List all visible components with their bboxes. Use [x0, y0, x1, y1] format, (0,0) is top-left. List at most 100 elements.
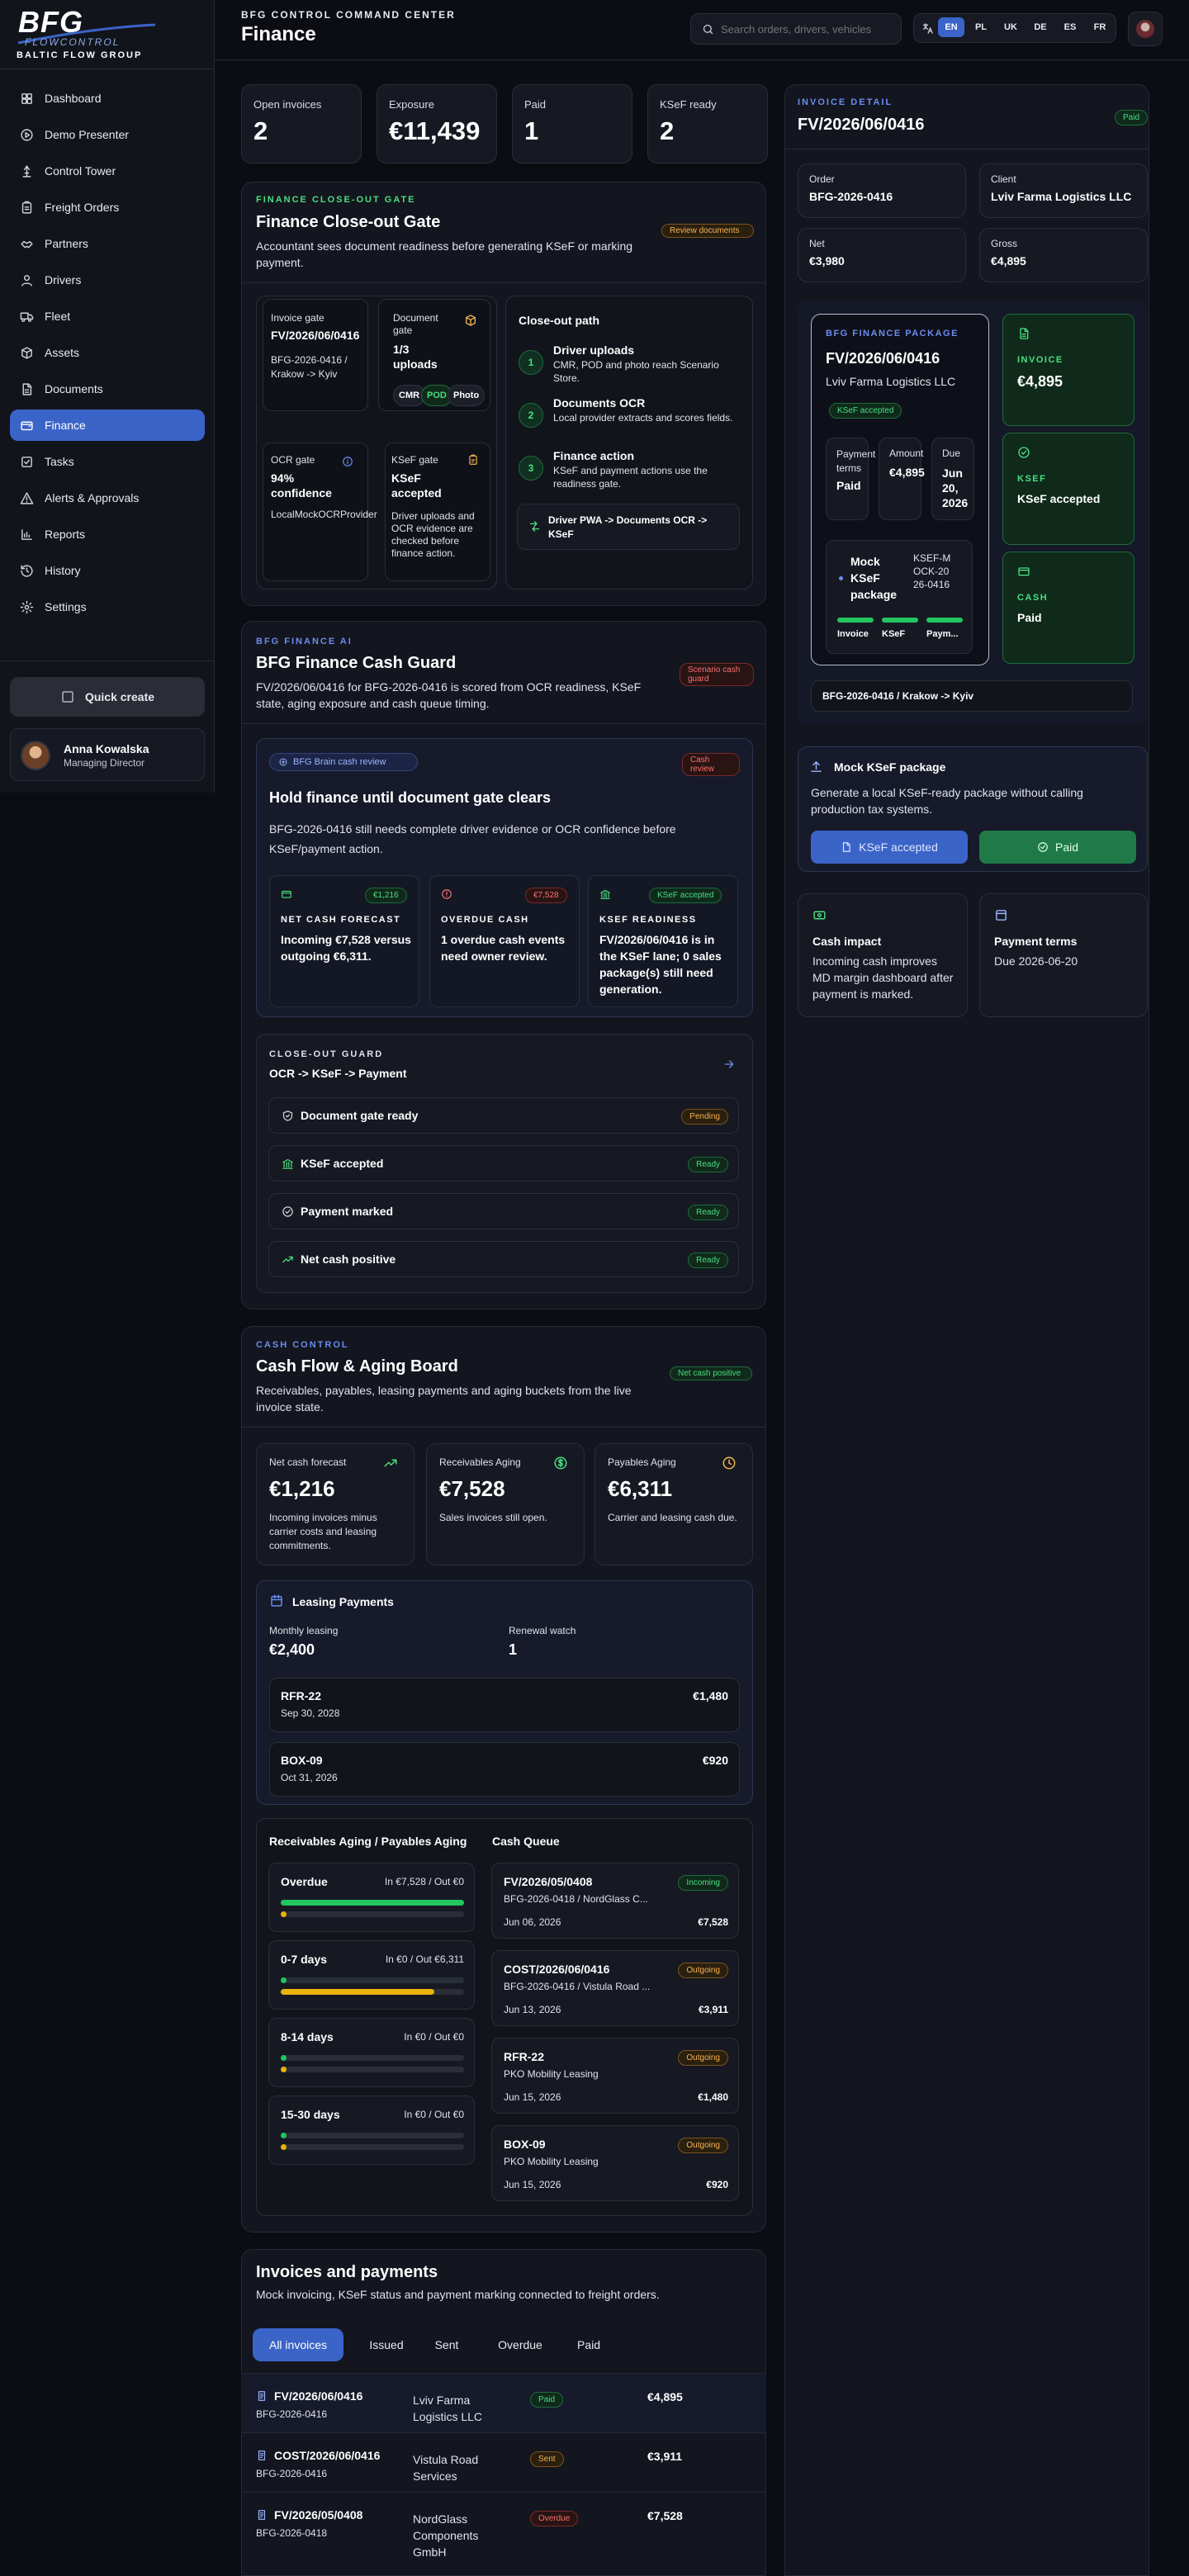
brand-logo[interactable]: BFG FLOWCONTROL BALTIC FLOW GROUP: [15, 5, 197, 63]
sidebar-item-fleet[interactable]: Fleet: [10, 301, 205, 332]
invoice-number: COST/2026/06/0416: [274, 2449, 381, 2462]
guard-row[interactable]: Payment marked Ready: [268, 1193, 739, 1229]
leasing-item[interactable]: [269, 1742, 740, 1797]
invoice-client: Lviv Farma Logistics LLC: [413, 2394, 483, 2423]
sparkle-icon: [278, 757, 288, 767]
sidebar-item-control-tower[interactable]: Control Tower: [10, 155, 205, 187]
package-terms-label: Payment terms: [836, 448, 876, 474]
quick-create-button[interactable]: Quick create: [10, 677, 205, 717]
payables-bar-track: [281, 2067, 464, 2072]
translate-icon: [921, 22, 934, 35]
kpi-card: Paid 1: [512, 84, 632, 163]
sidebar-item-history[interactable]: History: [10, 555, 205, 586]
kpi-label: Open invoices: [253, 98, 322, 111]
sidebar-item-partners[interactable]: Partners: [10, 228, 205, 259]
tab-issued[interactable]: Issued: [353, 2328, 419, 2361]
arrow-right-icon[interactable]: [722, 1058, 736, 1071]
cash-queue-item[interactable]: FV/2026/05/0408 Incoming BFG-2026-0418 /…: [491, 1863, 739, 1939]
kpi-label: Exposure: [389, 98, 434, 111]
payables-bar-fill: [281, 2144, 287, 2150]
guard-row[interactable]: KSeF accepted Ready: [268, 1145, 739, 1181]
sidebar-item-assets[interactable]: Assets: [10, 337, 205, 368]
cash-queue-item[interactable]: COST/2026/06/0416 Outgoing BFG-2026-0416…: [491, 1950, 739, 2026]
guard-row[interactable]: Document gate ready Pending: [268, 1097, 739, 1134]
search-input[interactable]: [721, 21, 894, 37]
sidebar-item-tasks[interactable]: Tasks: [10, 446, 205, 477]
sidebar-item-freight-orders[interactable]: Freight Orders: [10, 192, 205, 223]
document-gate-value: 1/3 uploads: [393, 343, 438, 371]
ai-card-badge: €7,528: [525, 888, 567, 903]
brain-chip-label: BFG Brain cash review: [293, 757, 386, 767]
bank-icon: [282, 1158, 294, 1170]
kpi-card: KSeF ready 2: [647, 84, 768, 163]
sidebar-item-alerts-approvals[interactable]: Alerts & Approvals: [10, 482, 205, 514]
guard-status-badge: Ready: [688, 1157, 728, 1172]
cash-queue-item[interactable]: BOX-09 Outgoing PKO Mobility Leasing Jun…: [491, 2125, 739, 2201]
invoice-status-badge: Sent: [530, 2451, 564, 2467]
sidebar-item-drivers[interactable]: Drivers: [10, 264, 205, 296]
aging-title: Receivables Aging / Payables Aging: [269, 1835, 467, 1848]
sidebar-item-demo-presenter[interactable]: Demo Presenter: [10, 119, 205, 150]
cash-queue-item[interactable]: RFR-22 Outgoing PKO Mobility Leasing Jun…: [491, 2038, 739, 2114]
language-uk[interactable]: UK: [997, 17, 1024, 37]
kpi-label: Paid: [524, 98, 547, 111]
ocr-gate-label: OCR gate: [271, 454, 315, 466]
sidebar-item-finance[interactable]: Finance: [10, 410, 205, 441]
tab-overdue[interactable]: Overdue: [479, 2328, 561, 2361]
payables-bar-track: [281, 1989, 464, 1995]
payables-bar-fill: [281, 1911, 287, 1917]
paid-button[interactable]: Paid: [979, 831, 1136, 864]
language-fr[interactable]: FR: [1087, 17, 1113, 37]
sidebar-item-label: Partners: [45, 237, 88, 250]
leasing-title: Leasing Payments: [292, 1595, 394, 1608]
brand-company: BALTIC FLOW GROUP: [17, 50, 143, 60]
language-pl[interactable]: PL: [968, 17, 994, 37]
sidebar-item-documents[interactable]: Documents: [10, 373, 205, 405]
aging-bucket-label: 8-14 days: [281, 2030, 334, 2043]
kpi-value: 2: [253, 116, 268, 145]
tab-sent[interactable]: Sent: [419, 2328, 474, 2361]
upload-icon: [809, 760, 823, 774]
clipboard-icon: [20, 201, 34, 215]
profile-button[interactable]: [1128, 12, 1163, 46]
check-circle-icon: [1017, 446, 1030, 459]
invoice-row[interactable]: FV/2026/06/0416 BFG-2026-0416 Lviv Farma…: [241, 2373, 766, 2432]
path-step-title: Finance action: [553, 449, 635, 462]
invoice-row[interactable]: COST/2026/06/0416 BFG-2026-0416 Vistula …: [241, 2432, 766, 2492]
sidebar-item-reports[interactable]: Reports: [10, 519, 205, 550]
package-eyebrow: BFG FINANCE PACKAGE: [826, 329, 959, 339]
sidebar-item-label: Tasks: [45, 455, 74, 468]
handshake-icon: [20, 237, 34, 251]
progress-label: Invoice: [837, 629, 869, 639]
tab-all-invoices[interactable]: All invoices: [253, 2328, 343, 2361]
ksef-gate-label: KSeF gate: [391, 454, 438, 466]
avatar: [21, 741, 50, 770]
language-en[interactable]: EN: [938, 17, 964, 37]
language-es[interactable]: ES: [1057, 17, 1083, 37]
invoice-row[interactable]: FV/2026/05/0408 BFG-2026-0418 NordGlass …: [241, 2492, 766, 2559]
leasing-item[interactable]: [269, 1678, 740, 1732]
tab-paid[interactable]: Paid: [561, 2328, 616, 2361]
progress-label: Paym...: [926, 629, 959, 639]
closeout-title: Finance Close-out Gate: [256, 213, 441, 231]
renewal-watch-label: Renewal watch: [509, 1625, 576, 1636]
search-box[interactable]: [690, 13, 902, 45]
user-card[interactable]: Anna Kowalska Managing Director: [10, 728, 205, 781]
sidebar-item-settings[interactable]: Settings: [10, 591, 205, 623]
wallet-small-icon: [1017, 565, 1030, 578]
sidebar-item-label: Drivers: [45, 273, 82, 286]
chart-icon: [20, 528, 34, 542]
invoice-gate-value: FV/2026/06/0416: [271, 329, 360, 342]
cash-stat-value: €1,216: [269, 1476, 335, 1501]
ai-divider: [242, 723, 765, 724]
ksef-accepted-button[interactable]: KSeF accepted: [811, 831, 968, 864]
cash-stat-label: Payables Aging: [608, 1456, 676, 1468]
detail-field-label: Order: [809, 173, 835, 185]
queue-item-badge: Incoming: [678, 1875, 728, 1891]
sidebar-item-dashboard[interactable]: Dashboard: [10, 83, 205, 114]
language-de[interactable]: DE: [1027, 17, 1054, 37]
mock-package-title: Mock KSeF package: [850, 555, 898, 601]
guard-title: OCR -> KSeF -> Payment: [269, 1067, 407, 1080]
clipboard-icon: [467, 454, 479, 466]
guard-row[interactable]: Net cash positive Ready: [268, 1241, 739, 1277]
